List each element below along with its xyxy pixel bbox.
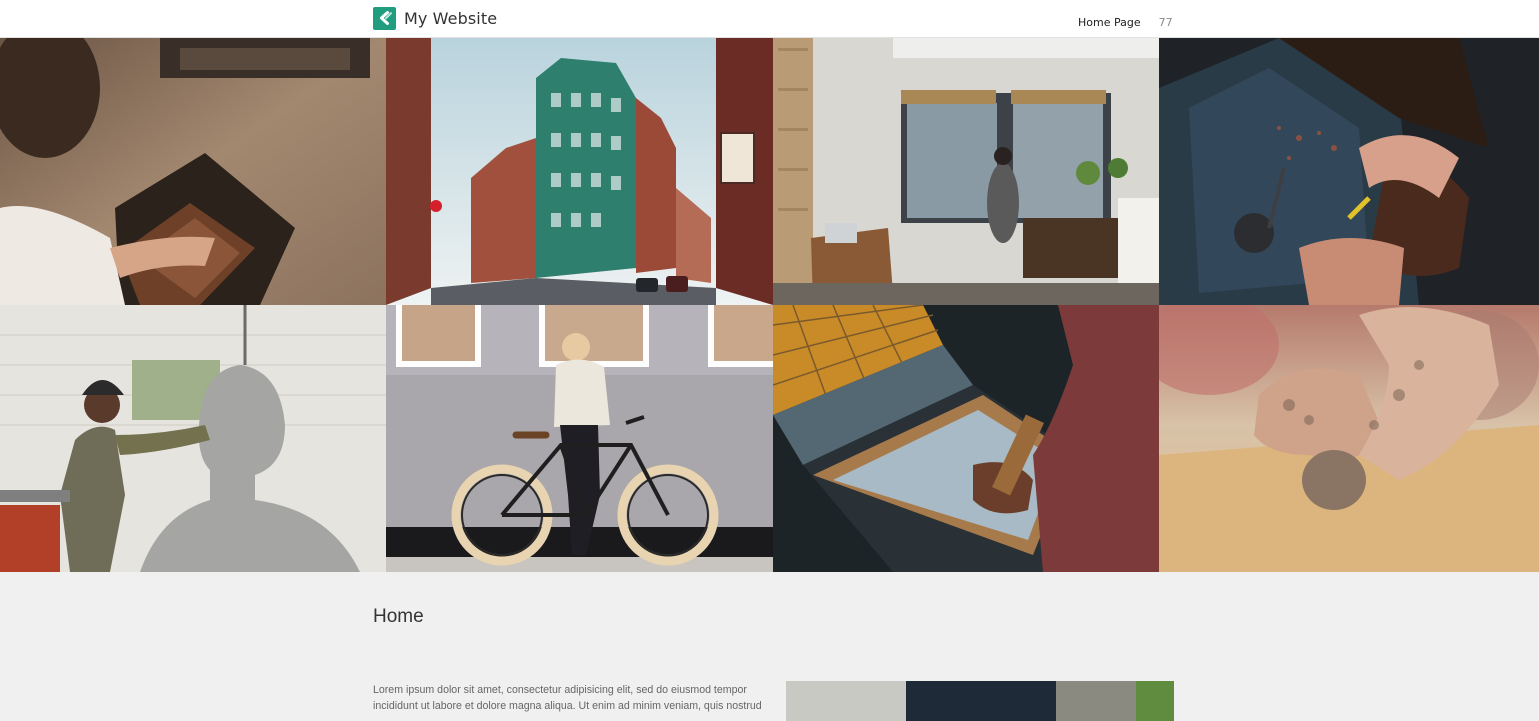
gallery-tile-clay-hands[interactable]	[1159, 305, 1539, 572]
site-name: My Website	[404, 8, 498, 28]
woman-with-bicycle-photo	[386, 305, 773, 572]
content-photo	[786, 681, 1174, 721]
clay-hands-photo	[1159, 305, 1539, 572]
sculptor-photo	[0, 305, 386, 572]
nav-count-badge: 77	[1158, 16, 1173, 29]
page-title: Home	[373, 606, 424, 627]
body-paragraph: Lorem ipsum dolor sit amet, consectetur …	[373, 684, 762, 712]
content-image	[786, 681, 1174, 721]
main-nav: Home Page 77	[1078, 16, 1173, 29]
gallery-tile-studio-interior[interactable]	[773, 38, 1159, 305]
gallery-tile-sculptor[interactable]	[0, 305, 386, 572]
gallery-tile-screen-printing[interactable]	[773, 305, 1159, 572]
top-navbar: My Website Home Page 77	[0, 0, 1539, 38]
gallery-tile-bicycle[interactable]	[386, 305, 773, 572]
gallery-tile-city-street[interactable]	[386, 38, 773, 305]
site-brand-link[interactable]: My Website	[373, 6, 497, 30]
city-street-photo	[386, 38, 773, 305]
carving-photo	[1159, 38, 1539, 305]
studio-interior-photo	[773, 38, 1159, 305]
gallery-tile-carving[interactable]	[1159, 38, 1539, 305]
gallery-tile-woodworking[interactable]	[0, 38, 386, 305]
nav-home-link[interactable]: Home Page	[1078, 16, 1141, 29]
image-gallery	[0, 38, 1539, 572]
screen-printing-photo	[773, 305, 1159, 572]
site-logo-icon	[373, 6, 396, 30]
main-content: Home Lorem ipsum dolor sit amet, consect…	[373, 572, 1174, 721]
woodworking-photo	[0, 38, 386, 305]
